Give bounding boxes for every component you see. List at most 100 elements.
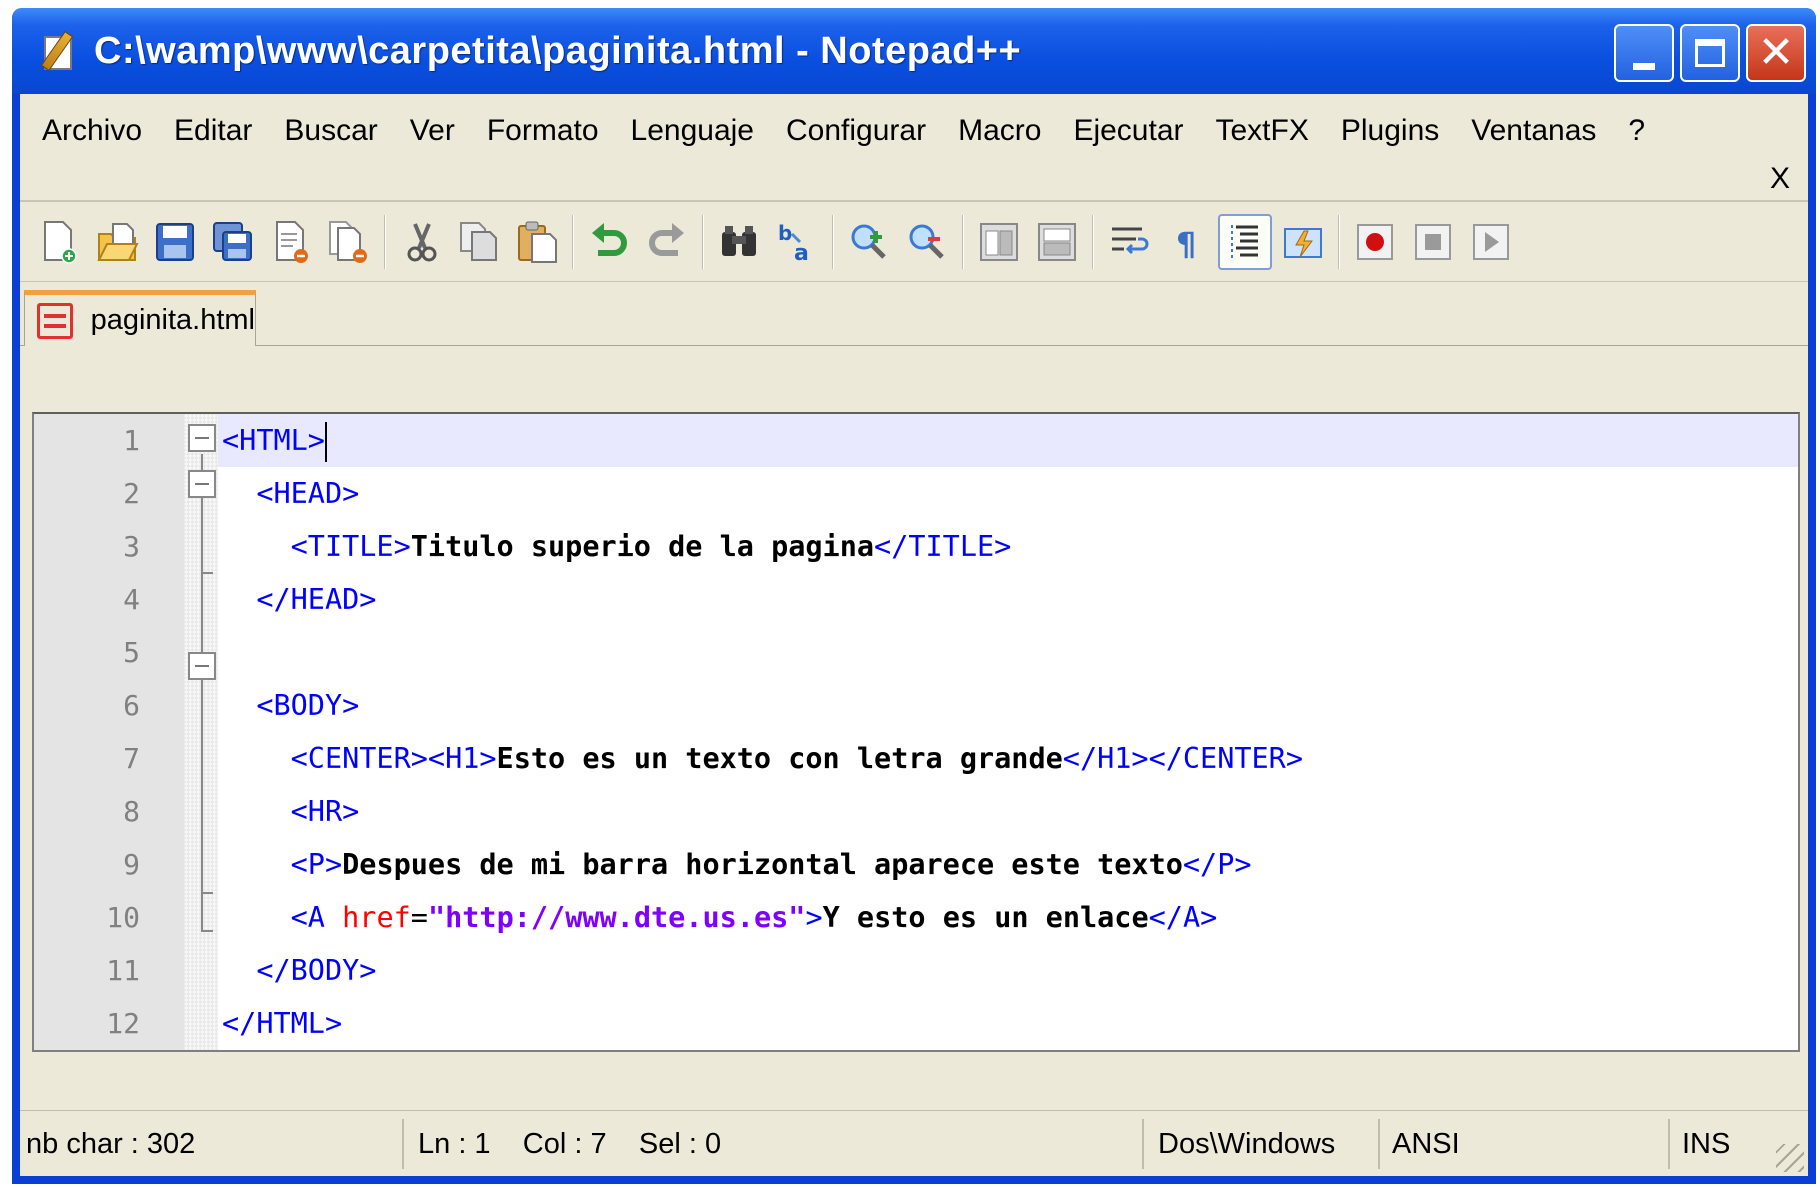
menu-help[interactable]: ? [1612,106,1661,156]
show-all-chars-button[interactable]: ¶ [1160,214,1214,270]
code-editor[interactable]: 1 <HTML> 2 <HEAD> 3 <TITLE>Titulo superi… [32,412,1800,1052]
code-line: 1 <HTML> [34,414,1798,467]
line-number: 9 [123,848,140,881]
save-icon [156,222,194,261]
menu-buscar[interactable]: Buscar [268,106,393,156]
stop-macro-button[interactable] [1406,214,1460,270]
html-tag: </HEAD> [256,583,377,616]
line-number: 7 [123,742,140,775]
open-file-button[interactable] [90,214,144,270]
user-lang-button[interactable] [1276,214,1330,270]
html-tag: <HR> [290,795,360,828]
attribute-name: href [342,901,411,934]
toolbar-separator [832,214,834,269]
save-button[interactable] [148,214,202,270]
replace-button[interactable]: ba [770,214,824,270]
status-eol-format: Dos\Windows [1144,1118,1380,1169]
paste-icon [518,221,557,263]
menu-textfx[interactable]: TextFX [1200,106,1325,156]
status-char-count: nb char : 302 [20,1118,404,1169]
resize-grip[interactable] [1776,1144,1804,1172]
zoom-out-icon [909,224,944,259]
menu-plugins[interactable]: Plugins [1325,106,1455,156]
code-line: 10 <A href="http://www.dte.us.es">Y esto… [34,891,1798,944]
menu-lenguaje[interactable]: Lenguaje [615,106,770,156]
toolbar-separator [1092,214,1094,269]
client-area: Archivo Editar Buscar Ver Formato Lengua… [20,94,1808,1176]
menu-bar: Archivo Editar Buscar Ver Formato Lengua… [20,94,1808,202]
zoom-out-button[interactable] [900,214,954,270]
document-tab-bar: paginita.html [20,282,1808,346]
line-number: 12 [106,1007,140,1040]
record-macro-icon [1357,223,1393,260]
close-file-icon [276,220,308,263]
toolbar-separator [962,214,964,269]
stop-macro-icon [1415,223,1451,260]
svg-text:b: b [778,221,792,245]
toolbar-separator [384,214,386,269]
menu-ejecutar[interactable]: Ejecutar [1057,106,1199,156]
zoom-in-button[interactable] [842,214,896,270]
code-line: 7 <CENTER><H1>Esto es un texto con letra… [34,732,1798,785]
undo-button[interactable] [582,214,636,270]
notepadpp-app-icon[interactable] [40,30,82,72]
sync-horizontal-button[interactable] [1030,214,1084,270]
line-number: 1 [123,424,140,457]
minimize-icon [1633,62,1655,70]
sync-vertical-button[interactable] [972,214,1026,270]
toolbar-separator [572,214,574,269]
find-button[interactable] [712,214,766,270]
title-bar[interactable]: C:\wamp\www\carpetita\paginita.html - No… [12,8,1816,94]
find-icon [722,225,756,256]
replace-icon: ba [778,221,809,264]
menu-configurar[interactable]: Configurar [770,106,942,156]
html-tag: <HTML> [222,424,325,457]
redo-button[interactable] [640,214,694,270]
menu-formato[interactable]: Formato [471,106,615,156]
status-position: Ln : 1 Col : 7 Sel : 0 [404,1118,1144,1169]
line-number: 5 [123,636,140,669]
svg-text:¶: ¶ [1176,225,1196,263]
line-number: 4 [123,583,140,616]
close-window-button[interactable]: ✕ [1746,24,1806,82]
html-tag: <TITLE> [290,530,411,563]
save-all-button[interactable] [206,214,260,270]
close-all-button[interactable] [322,214,376,270]
notepadpp-window: C:\wamp\www\carpetita\paginita.html - No… [12,8,1816,1184]
close-all-icon [329,220,367,263]
html-tag: </H1></CENTER> [1062,742,1303,775]
copy-button[interactable] [452,214,506,270]
code-line: 8 <HR> [34,785,1798,838]
html-tag: </BODY> [256,954,377,987]
tab-paginita[interactable]: paginita.html [24,290,256,346]
status-bar: nb char : 302 Ln : 1 Col : 7 Sel : 0 Dos… [20,1110,1808,1176]
menu-archivo[interactable]: Archivo [26,106,158,156]
menu-editar[interactable]: Editar [158,106,268,156]
paste-button[interactable] [510,214,564,270]
record-macro-button[interactable] [1348,214,1402,270]
status-column: Col : 7 [522,1127,607,1160]
code-line: 12 </HTML> [34,997,1798,1050]
menu-macro[interactable]: Macro [942,106,1057,156]
word-wrap-button[interactable] [1102,214,1156,270]
menu-ventanas[interactable]: Ventanas [1455,106,1612,156]
new-file-button[interactable] [32,214,86,270]
minimize-button[interactable] [1614,24,1674,82]
line-number: 8 [123,795,140,828]
text-content: Titulo superio de la pagina [410,530,875,563]
maximize-button[interactable] [1680,24,1740,82]
close-icon: ✕ [1757,27,1795,78]
svg-text:a: a [794,241,809,264]
line-number: 2 [123,477,140,510]
close-document-button[interactable]: X [1770,162,1790,196]
play-macro-button[interactable] [1464,214,1518,270]
status-encoding: ANSI [1380,1118,1670,1169]
toolbar: ba ¶ [20,202,1808,282]
indent-guide-button[interactable] [1218,213,1272,270]
close-file-button[interactable] [264,214,318,270]
status-selection: Sel : 0 [638,1127,722,1160]
window-title: C:\wamp\www\carpetita\paginita.html - No… [94,29,1022,72]
menu-ver[interactable]: Ver [394,106,471,156]
cut-button[interactable] [394,214,448,270]
code-line: 6 <BODY> [34,679,1798,732]
